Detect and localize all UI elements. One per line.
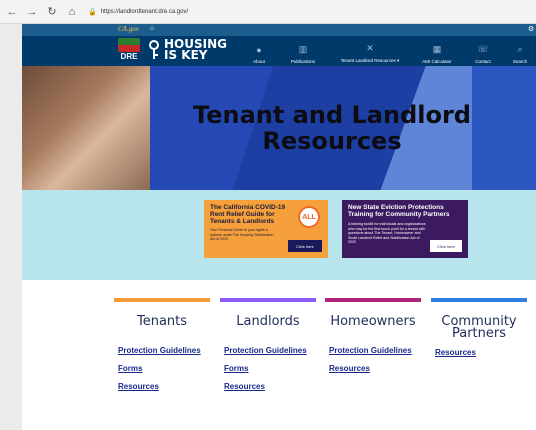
nav-search[interactable]: ⌕ Search (504, 38, 536, 64)
brand-line-2: IS KEY (164, 48, 208, 62)
browser-window: ← → ↻ ⌂ 🔒 https://landlordtenant.dre.ca.… (0, 0, 536, 430)
home-icon[interactable]: ⌂ (150, 25, 154, 32)
dre-label: DRE (120, 52, 138, 61)
web-page: CA.gov ⌂ ⚙ DRE HOUSING IS KEY ● About ▥ … (22, 24, 536, 430)
tenants-forms-link[interactable]: Forms (118, 364, 210, 373)
housing-is-key-logo[interactable]: HOUSING IS KEY (164, 38, 227, 62)
card-heading: Tenants (136, 314, 188, 329)
card-accent-bar (431, 298, 527, 302)
nav-about[interactable]: ● About (240, 38, 278, 64)
hero-banner: Tenant and Landlord Resources (22, 66, 536, 190)
rent-relief-click-button[interactable]: Click here (288, 240, 322, 252)
refresh-icon[interactable]: ↻ (44, 4, 60, 20)
dre-logo[interactable]: DRE (118, 38, 140, 64)
ca-gov-logo[interactable]: CA.gov (118, 25, 139, 33)
house-key-icon (149, 40, 159, 59)
promo-subtitle: Your Personal Guide to your rights & opt… (210, 228, 274, 241)
card-accent-bar (325, 298, 421, 302)
nav-contact[interactable]: ☏ Contact (462, 38, 504, 64)
tenants-resources-link[interactable]: Resources (118, 382, 210, 391)
card-heading: Community Partners (441, 314, 517, 341)
main-nav: ● About ▥ Publications ✕ Tenant Landlord… (240, 38, 536, 64)
homeowners-resources-link[interactable]: Resources (329, 364, 421, 373)
hero-title: Tenant and Landlord Resources (193, 101, 471, 155)
tenants-protection-guidelines-link[interactable]: Protection Guidelines (118, 346, 210, 355)
all-badge-icon: ALL (298, 206, 320, 228)
landlords-forms-link[interactable]: Forms (224, 364, 316, 373)
card-accent-bar (220, 298, 316, 302)
state-strip: CA.gov ⌂ ⚙ (22, 24, 536, 36)
nav-contact-label: Contact (475, 59, 491, 64)
tenants-card: Tenants Protection Guidelines Forms Reso… (114, 298, 210, 430)
phone-icon: ☏ (477, 44, 489, 54)
gear-icon[interactable]: ⚙ (528, 25, 534, 33)
back-icon[interactable]: ← (4, 4, 20, 20)
promo-subtitle: A training toolkit for individuals and o… (348, 222, 426, 244)
promo-title: The California COVID-19 Rent Relief Guid… (210, 204, 286, 225)
card-accent-bar (114, 298, 210, 302)
card-heading: Landlords (236, 314, 300, 329)
landlords-protection-guidelines-link[interactable]: Protection Guidelines (224, 346, 316, 355)
landlords-card: Landlords Protection Guidelines Forms Re… (220, 298, 316, 430)
forward-icon[interactable]: → (24, 4, 40, 20)
community-partners-resources-link[interactable]: Resources (435, 348, 527, 357)
nav-search-label: Search (512, 59, 528, 64)
home-icon[interactable]: ⌂ (64, 4, 80, 20)
family-photo (22, 66, 150, 190)
eviction-training-promo[interactable]: New State Eviction Protections Training … (342, 200, 468, 258)
search-icon: ⌕ (517, 44, 523, 54)
nav-ami-calculator[interactable]: ▦ AMI Calculator (412, 38, 462, 64)
resource-columns: Tenants Protection Guidelines Forms Reso… (114, 298, 536, 430)
browser-toolbar: ← → ↻ ⌂ 🔒 https://landlordtenant.dre.ca.… (0, 0, 536, 24)
book-icon: ▥ (298, 44, 308, 54)
nav-tenant-landlord-resources[interactable]: ✕ Tenant Landlord Resources ▾ (328, 38, 412, 64)
left-gutter (0, 24, 22, 430)
nav-ami-label: AMI Calculator (422, 59, 452, 64)
landlords-resources-link[interactable]: Resources (224, 382, 316, 391)
hero-shape (472, 66, 536, 190)
chat-icon: ● (256, 45, 262, 55)
lock-icon: 🔒 (88, 8, 97, 16)
site-header: DRE HOUSING IS KEY ● About ▥ Publication… (22, 36, 536, 66)
nav-about-label: About (253, 59, 265, 64)
nav-publications-label: Publications (290, 59, 316, 64)
dre-flag-icon (118, 38, 140, 52)
homeowners-card: Homeowners Protection Guidelines Resourc… (325, 298, 421, 430)
rent-relief-promo[interactable]: The California COVID-19 Rent Relief Guid… (204, 200, 328, 258)
homeowners-protection-guidelines-link[interactable]: Protection Guidelines (329, 346, 421, 355)
address-bar-text: https://landlordtenant.dre.ca.gov/ (100, 8, 189, 15)
nav-publications[interactable]: ▥ Publications (278, 38, 328, 64)
community-partners-card: Community Partners Resources (431, 298, 527, 430)
address-bar[interactable]: 🔒 https://landlordtenant.dre.ca.gov/ (88, 4, 496, 20)
nav-resources-label: Tenant Landlord Resources ▾ (340, 58, 400, 63)
calculator-icon: ▦ (432, 44, 442, 54)
promo-title: New State Eviction Protections Training … (348, 204, 450, 218)
eviction-training-click-button[interactable]: Click here (430, 240, 462, 252)
card-heading: Homeowners (330, 314, 416, 329)
tools-icon: ✕ (366, 43, 374, 53)
